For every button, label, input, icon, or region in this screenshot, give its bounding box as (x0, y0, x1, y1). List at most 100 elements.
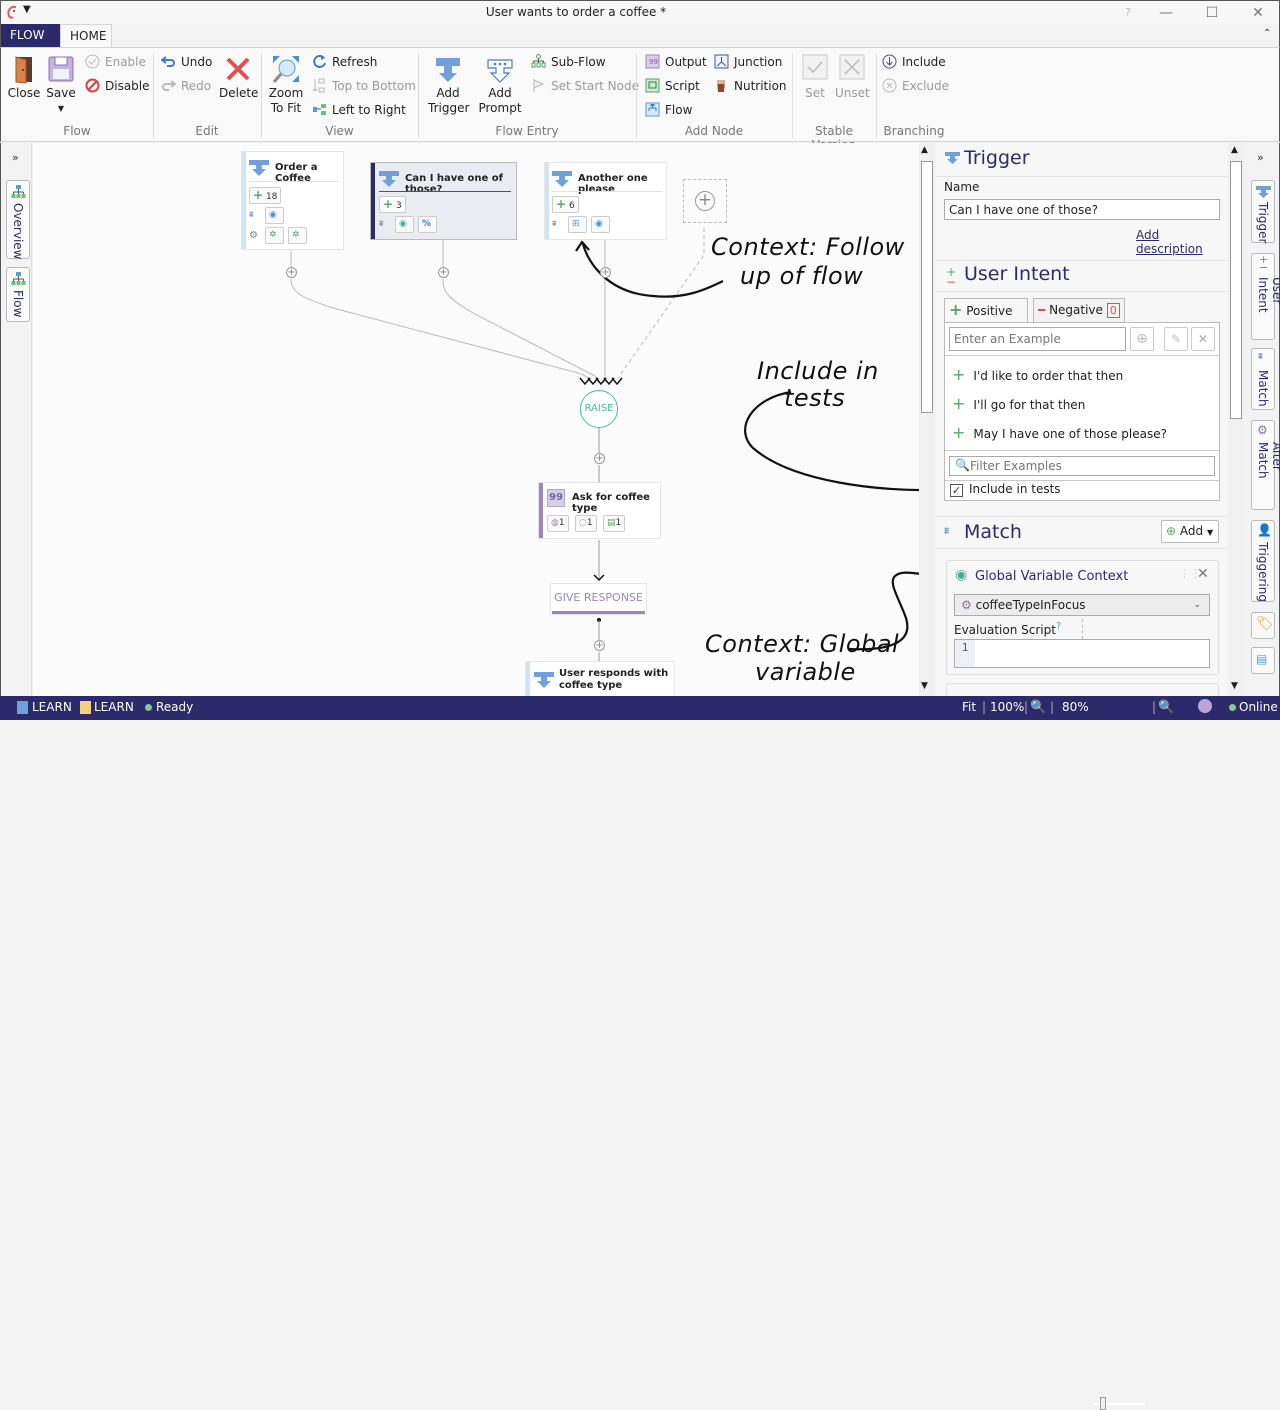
delete-button[interactable]: Delete (219, 54, 258, 101)
repeat-chip[interactable]: ◌1 (575, 515, 597, 532)
add-trigger-button[interactable]: Add Trigger (428, 54, 469, 116)
scroll-down-arrow[interactable]: ▼ (921, 681, 928, 691)
example-item[interactable]: + May I have one of those please? (952, 423, 1167, 442)
add-node-placeholder[interactable]: + (683, 179, 727, 223)
variable-select[interactable]: ⚙ coffeeTypeInFocus ⌄ (954, 594, 1210, 616)
add-example-button[interactable]: ⊕ (1130, 327, 1154, 351)
maximize-button[interactable]: ☐ (1197, 3, 1227, 23)
zoom-slider-thumb[interactable] (1100, 1397, 1107, 1410)
collapse-ribbon-icon[interactable]: ⌃ (1263, 28, 1271, 39)
delete-example-button[interactable]: ✕ (1191, 327, 1215, 351)
trigger-node-can-i-have-one[interactable]: Can I have one of those? + 3 ⩩ ◉ % (370, 162, 517, 240)
trigger-node-order-a-coffee[interactable]: Order a Coffee + 18 ⩩ ◉ ⚙ ✲ ✲ (241, 151, 344, 250)
sidebar-tab-after-match[interactable]: ⚙ After Match (1251, 420, 1280, 510)
include-button[interactable]: Include (882, 53, 946, 71)
positive-examples-chip[interactable]: + 18 (249, 187, 282, 204)
scroll-down-arrow[interactable]: ▼ (1231, 681, 1238, 691)
learn-button-1[interactable]: LEARN (32, 700, 72, 714)
expand-left-panel-icon[interactable]: » (12, 151, 19, 164)
global-variable-context-chip[interactable]: ◉ (395, 216, 414, 233)
sub-flow-button[interactable]: Sub-Flow (531, 53, 606, 71)
scrollbar-thumb[interactable] (921, 161, 933, 413)
close-button[interactable]: Close (6, 54, 42, 101)
positive-examples-chip[interactable]: + 3 (379, 196, 406, 213)
add-connector-button[interactable]: + (594, 453, 605, 464)
action-chip[interactable]: ✲ (265, 227, 284, 244)
refresh-button[interactable]: Refresh (312, 53, 377, 71)
output-button[interactable]: 99 Output (645, 53, 707, 71)
example-item[interactable]: + I'll go for that then (952, 394, 1085, 413)
enter-example-input[interactable] (949, 327, 1126, 351)
minimize-button[interactable]: — (1151, 3, 1181, 23)
learn-button-2[interactable]: LEARN (94, 700, 134, 714)
scroll-up-arrow[interactable]: ▲ (921, 145, 928, 155)
scroll-up-arrow[interactable]: ▲ (1231, 145, 1238, 155)
flow-canvas[interactable]: Order a Coffee + 18 ⩩ ◉ ⚙ ✲ ✲ Can I have… (33, 143, 920, 696)
give-response-node[interactable]: GIVE RESPONSE (550, 583, 647, 615)
add-connector-button[interactable]: + (286, 267, 297, 278)
tab-home[interactable]: HOME (60, 24, 112, 48)
output-chip[interactable]: ◍1 (547, 515, 569, 532)
tab-negative[interactable]: ━ Negative 0 (1033, 298, 1125, 322)
disable-button[interactable]: Disable (85, 77, 150, 95)
filter-examples-field[interactable]: 🔍 (949, 456, 1215, 476)
add-description-link[interactable]: Add description (1136, 228, 1228, 256)
trigger-node-another-one-please[interactable]: Another one please + 6 ⩩ ⊞ ◉ (544, 162, 667, 240)
sidebar-tab-match[interactable]: ⩩ Match (1251, 348, 1275, 410)
close-window-button[interactable]: ✕ (1243, 3, 1273, 23)
add-prompt-button[interactable]: Add Prompt (478, 54, 522, 116)
trigger-node-user-responds[interactable]: User responds with coffee type (525, 661, 675, 696)
sidebar-tab-flow[interactable]: Flow (6, 267, 30, 322)
add-match-button[interactable]: ⊕ Add ▼ (1161, 520, 1219, 543)
add-connector-button[interactable]: + (600, 267, 611, 278)
zoom-out-icon[interactable]: 🔍 (1030, 700, 1046, 715)
help-icon[interactable]: ? (1056, 621, 1061, 632)
flow-context-chip[interactable]: ⊞ (568, 216, 587, 233)
evaluation-script-editor[interactable]: 1 (954, 639, 1210, 668)
prompt-node-ask-for-coffee-type[interactable]: 99 Ask for coffee type ◍1 ◌1 ▤1 (538, 482, 661, 539)
undo-button[interactable]: Undo (161, 53, 212, 71)
context-chip[interactable]: ◉ (265, 207, 284, 224)
raise-node[interactable]: RAISE (580, 390, 618, 428)
nutrition-button[interactable]: Nutrition (714, 77, 787, 95)
zoom-100-button[interactable]: 100% (990, 700, 1024, 714)
add-connector-button[interactable]: + (438, 267, 449, 278)
positive-examples-chip[interactable]: + 6 (552, 196, 579, 213)
trigger-name-input[interactable] (944, 199, 1220, 220)
chat-bubble-icon[interactable] (1198, 699, 1212, 713)
percent-chip[interactable]: % (418, 216, 437, 233)
sidebar-tab-tags[interactable]: 🏷 (1251, 612, 1275, 639)
sidebar-tab-triggering[interactable]: 👤 Triggering (1251, 520, 1275, 602)
include-in-tests-checkbox[interactable]: ✓ (950, 484, 963, 497)
filter-examples-input[interactable] (970, 458, 1210, 474)
zoom-in-icon[interactable]: 🔍 (1158, 700, 1174, 715)
help-button[interactable]: ? (1113, 3, 1143, 23)
script-button[interactable]: Script (645, 77, 700, 95)
panel-scrollbar[interactable]: ▲ ▼ (1228, 143, 1244, 696)
add-connector-button[interactable]: + (594, 640, 605, 651)
script-chip[interactable]: ▤1 (603, 515, 626, 532)
example-item[interactable]: + I'd like to order that then (952, 365, 1123, 384)
context-chip[interactable]: ◉ (591, 216, 610, 233)
save-button[interactable]: Save ▼ (45, 54, 77, 116)
canvas-scrollbar[interactable]: ▲ ▼ (919, 143, 935, 696)
zoom-to-fit-button[interactable]: Zoom To Fit (267, 54, 305, 116)
tab-positive[interactable]: + Positive 3 (944, 298, 1028, 341)
remove-card-button[interactable]: ✕ (1197, 566, 1209, 582)
example-text: May I have one of those please? (973, 427, 1167, 441)
expand-right-panel-icon[interactable]: » (1257, 151, 1264, 164)
flow-node-button[interactable]: Flow (645, 101, 692, 119)
edit-example-button[interactable]: ✎ (1164, 327, 1188, 351)
sidebar-tab-user-intent[interactable]: + − User Intent (1251, 253, 1280, 340)
sidebar-tab-details[interactable]: ▤ (1251, 647, 1275, 674)
junction-button[interactable]: Junction (714, 53, 782, 71)
sidebar-tab-trigger[interactable]: Trigger (1251, 180, 1275, 243)
left-to-right-button[interactable]: Left to Right (312, 101, 406, 119)
fit-button[interactable]: Fit (962, 700, 976, 714)
tab-flow[interactable]: FLOW (1, 24, 60, 48)
save-dropdown-icon[interactable]: ▼ (45, 101, 77, 116)
scrollbar-thumb[interactable] (1230, 161, 1242, 419)
match-icon: ⩩ (379, 219, 384, 228)
action-chip[interactable]: ✲ (288, 227, 307, 244)
sidebar-tab-overview[interactable]: Overview (6, 180, 30, 260)
